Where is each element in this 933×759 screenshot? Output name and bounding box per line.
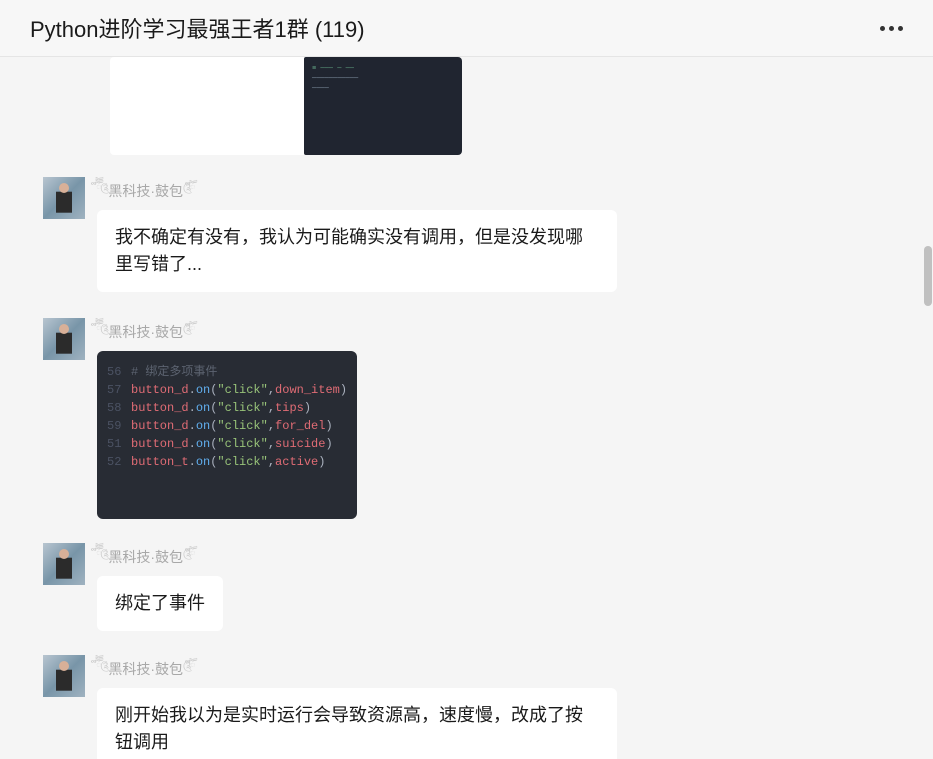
message-bubble[interactable]: 刚开始我以为是实时运行会导致资源高，速度慢，改成了按钮调用: [97, 688, 617, 759]
code-line: 58button_d.on("click",tips): [107, 399, 347, 417]
message-bubble[interactable]: 我不确定有没有，我认为可能确实没有调用，但是没发现哪里写错了...: [97, 210, 617, 292]
code-block[interactable]: 56# 绑定多项事件 57button_d.on("click",down_it…: [97, 351, 357, 519]
chat-header: Python进阶学习最强王者1群 (119): [0, 0, 933, 57]
code-line: 51button_d.on("click",suicide): [107, 435, 347, 453]
sender-name: ຶཽཽ༊ 黑科技·鼓包 ༊ຶཽ: [97, 543, 223, 571]
sender-name: ຶཽཽ༊ 黑科技·鼓包 ༊ຶཽ: [97, 177, 617, 205]
message-row: ຶཽཽ༊ 黑科技·鼓包 ༊ຶཽ 刚开始我以为是实时运行会导致资源高，速度慢，改成…: [15, 655, 918, 759]
code-line: 59button_d.on("click",for_del): [107, 417, 347, 435]
code-line: 57button_d.on("click",down_item): [107, 381, 347, 399]
avatar[interactable]: [43, 655, 85, 697]
message-image-partial[interactable]: ≡ ─── ─ ── ─────────── ────: [110, 57, 462, 155]
code-line: 52button_t.on("click",active): [107, 453, 347, 471]
message-row: ຶཽཽ༊ 黑科技·鼓包 ༊ຶཽ 绑定了事件: [15, 543, 918, 631]
more-icon[interactable]: [880, 26, 903, 31]
messages-container: ≡ ─── ─ ── ─────────── ──── ຶཽཽ༊ 黑科技·鼓包 …: [0, 57, 933, 759]
avatar[interactable]: [43, 543, 85, 585]
avatar[interactable]: [43, 177, 85, 219]
avatar[interactable]: [43, 318, 85, 360]
message-row: ຶཽཽ༊ 黑科技·鼓包 ༊ຶཽ 56# 绑定多项事件 57button_d.on…: [15, 318, 918, 519]
message-row: ຶཽཽ༊ 黑科技·鼓包 ༊ຶཽ 我不确定有没有，我认为可能确实没有调用，但是没发…: [15, 177, 918, 292]
sender-name: ຶཽཽ༊ 黑科技·鼓包 ༊ຶཽ: [97, 318, 357, 346]
sender-name: ຶཽཽ༊ 黑科技·鼓包 ༊ຶཽ: [97, 655, 617, 683]
scrollbar-track[interactable]: [923, 56, 933, 758]
scrollbar-thumb[interactable]: [924, 246, 932, 306]
message-bubble[interactable]: 绑定了事件: [97, 576, 223, 631]
chat-title: Python进阶学习最强王者1群 (119): [30, 12, 365, 44]
